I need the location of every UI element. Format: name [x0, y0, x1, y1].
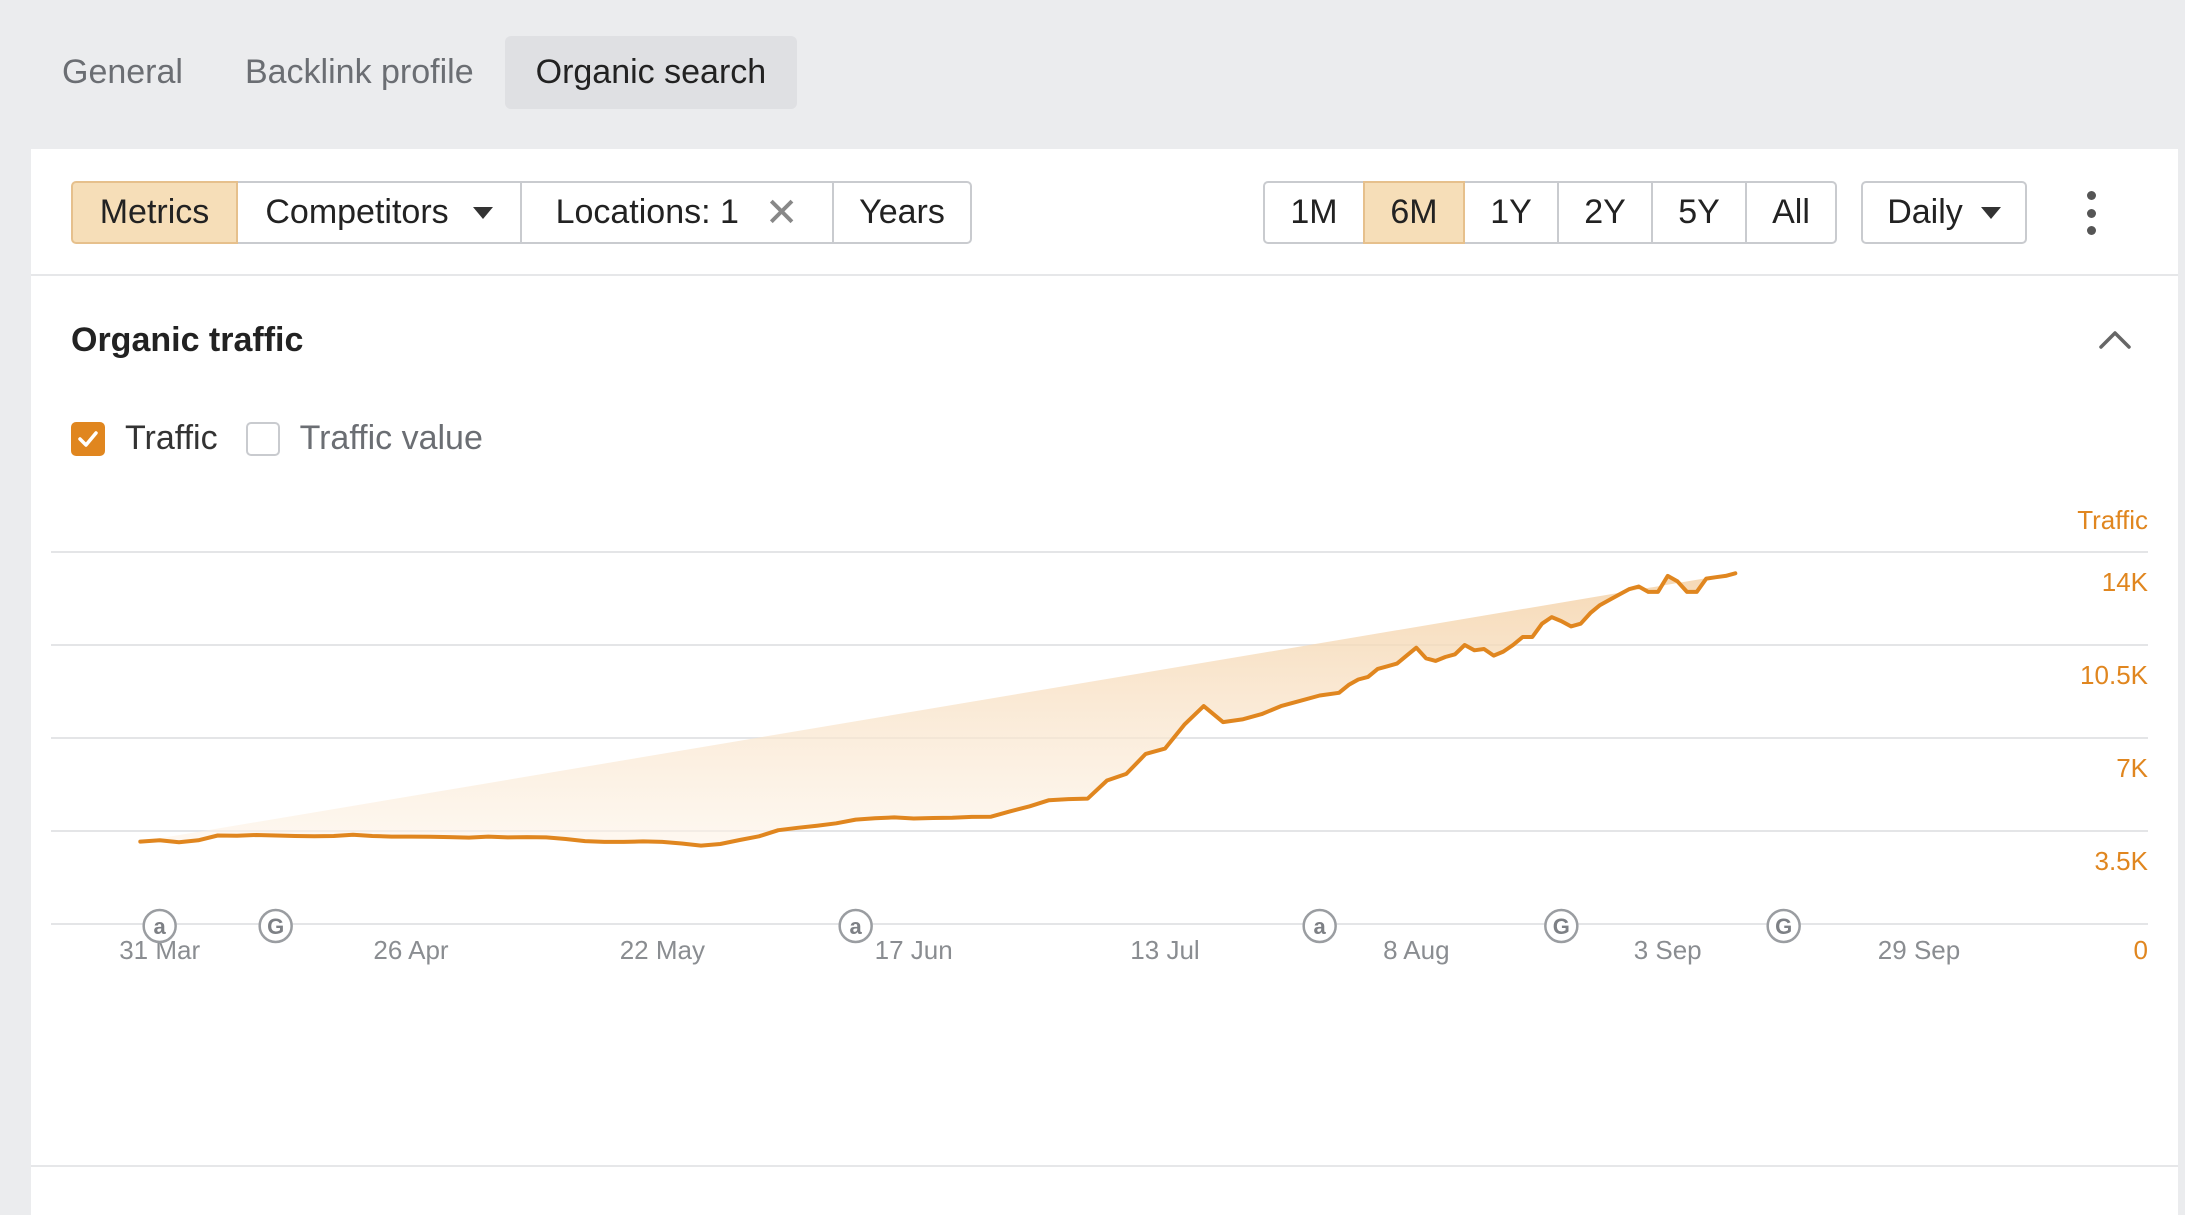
annotation-marker-icon[interactable]: a: [838, 908, 873, 944]
svg-text:a: a: [154, 914, 167, 939]
range-all-button[interactable]: All: [1745, 181, 1837, 244]
caret-down-icon: [1980, 206, 2001, 219]
top-tabs: General Backlink profile Organic search: [31, 36, 798, 109]
x-tick-label: 17 Jun: [875, 935, 953, 965]
years-button[interactable]: Years: [832, 181, 972, 244]
range-6m-button[interactable]: 6M: [1363, 181, 1465, 244]
range-group: 1M 6M 1Y 2Y 5Y All: [1263, 181, 1837, 244]
range-1y-button[interactable]: 1Y: [1463, 181, 1559, 244]
y-tick-label: 14K: [2102, 567, 2149, 597]
svg-text:G: G: [1775, 914, 1792, 939]
google-update-marker-icon[interactable]: G: [258, 908, 293, 944]
divider: [31, 1165, 2178, 1167]
y-tick-label: 7K: [2116, 753, 2148, 783]
interval-label: Daily: [1887, 193, 1963, 231]
locations-filter[interactable]: Locations: 1 ✕: [520, 181, 834, 244]
annotation-marker-icon[interactable]: a: [1302, 908, 1337, 944]
svg-text:G: G: [267, 914, 284, 939]
svg-text:a: a: [1314, 914, 1327, 939]
view-filter-group: Metrics Competitors Locations: 1 ✕ Years: [71, 181, 972, 244]
y-tick-label: 0: [2134, 935, 2148, 965]
locations-label: Locations: 1: [555, 193, 739, 231]
checkmark-icon: [78, 430, 98, 447]
organic-traffic-chart: Traffic14K10.5K7K3.5K031 Mar 26 Apr 22 May…: [51, 509, 2149, 965]
x-tick-label: 13 Jul: [1130, 935, 1199, 965]
traffic-value-legend-label: Traffic value: [299, 419, 483, 457]
traffic-checkbox[interactable]: [71, 421, 105, 456]
close-icon[interactable]: ✕: [765, 193, 799, 233]
google-update-marker-icon[interactable]: G: [1544, 908, 1579, 944]
competitors-label: Competitors: [265, 193, 449, 231]
y-tick-label: 10.5K: [2080, 660, 2149, 690]
x-tick-label: 8 Aug: [1383, 935, 1450, 965]
x-tick-label: 3 Sep: [1634, 935, 1702, 965]
traffic-legend-label: Traffic: [125, 419, 218, 457]
y-tick-label: 3.5K: [2095, 846, 2149, 876]
toolbar: Metrics Competitors Locations: 1 ✕ Years…: [31, 149, 2178, 276]
interval-dropdown[interactable]: Daily: [1861, 181, 2027, 244]
more-options-icon[interactable]: [2076, 191, 2106, 235]
traffic-area: [140, 573, 1736, 846]
competitors-dropdown[interactable]: Competitors: [236, 181, 522, 244]
svg-text:G: G: [1553, 914, 1570, 939]
series-legend: Traffic Traffic value: [71, 419, 511, 458]
x-tick-label: 22 May: [620, 935, 705, 965]
y-axis-title: Traffic: [2077, 509, 2148, 535]
google-update-marker-icon[interactable]: G: [1766, 908, 1801, 944]
range-5y-button[interactable]: 5Y: [1651, 181, 1747, 244]
traffic-value-checkbox[interactable]: [245, 421, 280, 456]
annotation-marker-icon[interactable]: a: [142, 908, 177, 944]
tab-backlink-profile[interactable]: Backlink profile: [214, 36, 505, 109]
range-2y-button[interactable]: 2Y: [1557, 181, 1653, 244]
chevron-up-icon[interactable]: [2095, 321, 2135, 361]
tab-organic-search[interactable]: Organic search: [504, 36, 798, 109]
range-1m-button[interactable]: 1M: [1263, 181, 1365, 244]
metrics-button[interactable]: Metrics: [71, 181, 238, 244]
x-tick-label: 26 Apr: [373, 935, 449, 965]
svg-text:a: a: [850, 914, 863, 939]
organic-search-card: Metrics Competitors Locations: 1 ✕ Years…: [31, 149, 2178, 1215]
tab-general[interactable]: General: [31, 36, 214, 109]
x-tick-label: 29 Sep: [1878, 935, 1960, 965]
section-title: Organic traffic: [71, 321, 304, 359]
caret-down-icon: [472, 206, 493, 219]
